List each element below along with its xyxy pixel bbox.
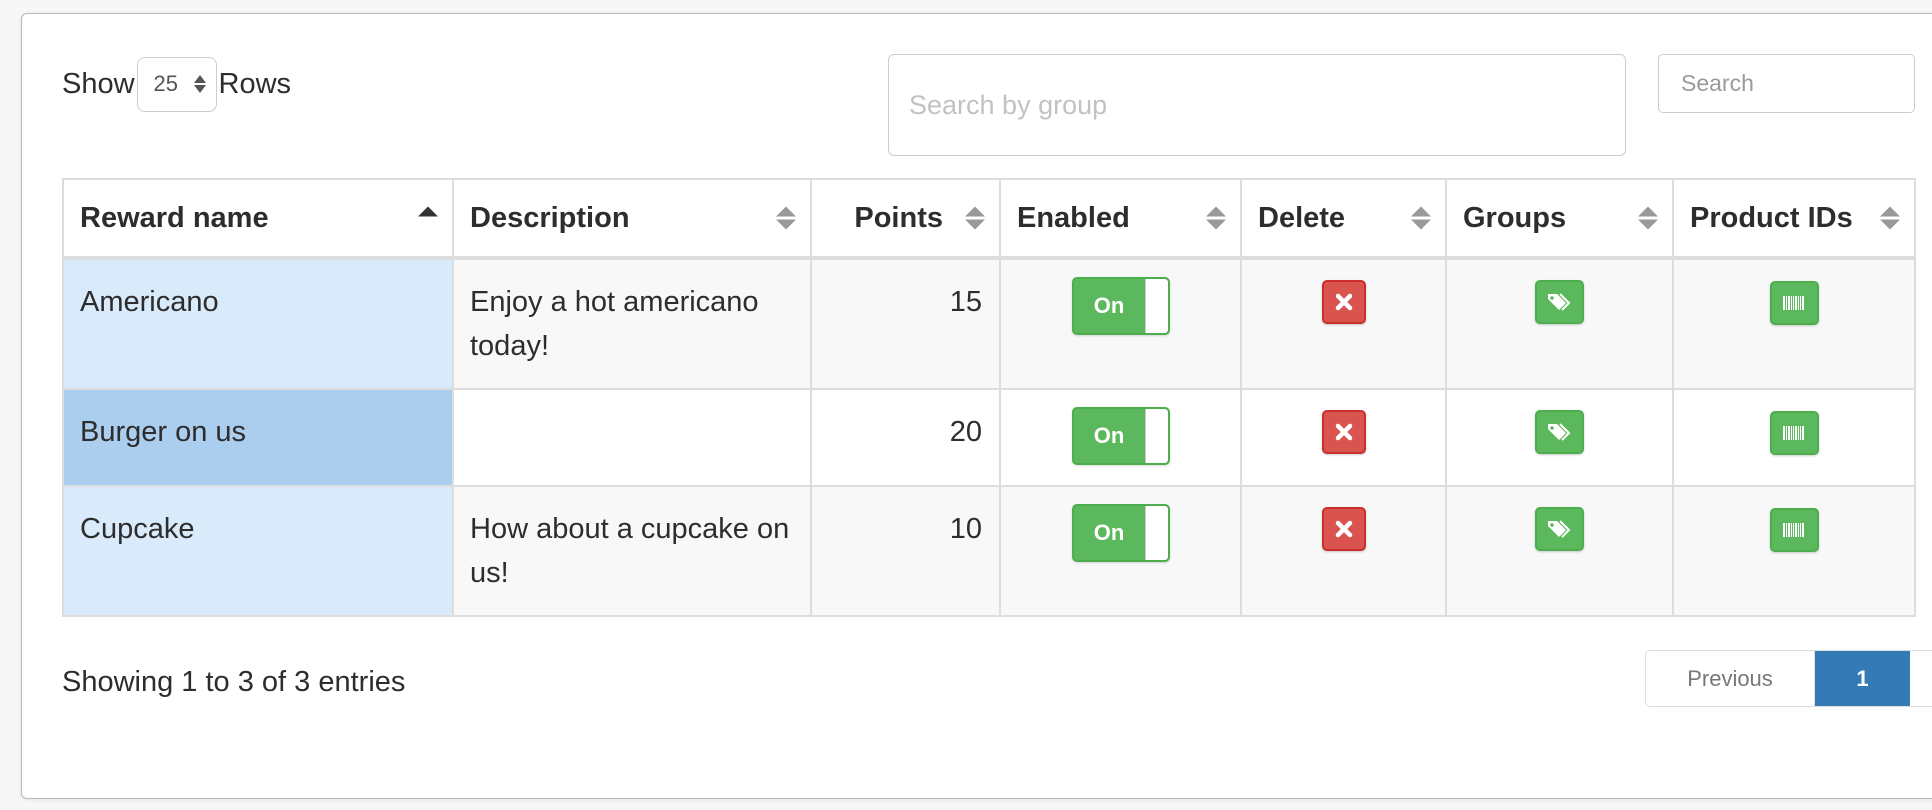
enabled-cell: On xyxy=(999,388,1242,487)
groups-button[interactable] xyxy=(1535,280,1584,324)
delete-button[interactable] xyxy=(1321,507,1366,551)
groups-button[interactable] xyxy=(1535,410,1584,454)
column-header-description[interactable]: Description xyxy=(452,178,812,260)
remove-icon xyxy=(1335,423,1352,441)
rewards-table: Reward name Description Points Enabled D… xyxy=(62,178,1916,617)
table-row: Cupcake How about a cupcake on us! 10 On xyxy=(62,485,1916,617)
column-header-groups[interactable]: Groups xyxy=(1445,178,1674,260)
sort-icon xyxy=(1206,206,1226,230)
groups-cell xyxy=(1445,485,1674,617)
enabled-toggle[interactable]: On xyxy=(1071,407,1170,465)
product-ids-button[interactable] xyxy=(1769,411,1819,455)
sort-icon xyxy=(1638,206,1658,230)
sort-icon xyxy=(1411,206,1431,230)
table-header-row: Reward name Description Points Enabled D… xyxy=(62,178,1916,260)
product-ids-cell xyxy=(1672,388,1916,487)
description-cell xyxy=(452,388,812,487)
table-row: Americano Enjoy a hot americano today! 1… xyxy=(62,257,1916,390)
column-header-enabled[interactable]: Enabled xyxy=(999,178,1242,260)
description-cell: Enjoy a hot americano today! xyxy=(452,257,812,390)
product-ids-button[interactable] xyxy=(1769,508,1819,552)
rows-per-page-control: Show 25 Rows xyxy=(62,55,291,113)
product-ids-button[interactable] xyxy=(1769,281,1819,325)
description-cell: How about a cupcake on us! xyxy=(452,485,812,617)
barcode-icon xyxy=(1783,296,1804,310)
pagination: Previous 1 Next xyxy=(1645,650,1932,707)
enabled-cell: On xyxy=(999,485,1242,617)
group-search-input[interactable] xyxy=(888,54,1626,156)
remove-icon xyxy=(1335,293,1352,311)
delete-cell xyxy=(1240,485,1447,617)
points-cell: 10 xyxy=(810,485,1001,617)
product-ids-cell xyxy=(1672,485,1916,617)
column-header-delete[interactable]: Delete xyxy=(1240,178,1447,260)
enabled-cell: On xyxy=(999,257,1242,390)
column-header-reward-name[interactable]: Reward name xyxy=(62,178,454,260)
next-page-button[interactable]: Next xyxy=(1910,651,1932,706)
delete-cell xyxy=(1240,257,1447,390)
reward-name-cell[interactable]: Burger on us xyxy=(62,388,454,487)
table-info: Showing 1 to 3 of 3 entries xyxy=(62,666,406,698)
delete-cell xyxy=(1240,388,1447,487)
sort-ascending-icon xyxy=(418,206,438,230)
tags-icon xyxy=(1547,520,1570,538)
select-arrows-icon xyxy=(193,75,206,93)
sort-icon xyxy=(965,206,985,230)
reward-name-cell[interactable]: Cupcake xyxy=(62,485,454,617)
remove-icon xyxy=(1335,520,1352,538)
points-cell: 15 xyxy=(810,257,1001,390)
table-row: Burger on us 20 On xyxy=(62,388,1916,487)
delete-button[interactable] xyxy=(1321,280,1366,324)
column-header-product-ids[interactable]: Product IDs xyxy=(1672,178,1916,260)
points-cell: 20 xyxy=(810,388,1001,487)
search-input[interactable] xyxy=(1658,54,1915,113)
product-ids-cell xyxy=(1672,257,1916,390)
previous-page-button[interactable]: Previous xyxy=(1646,651,1815,706)
tags-icon xyxy=(1547,293,1570,311)
reward-name-cell[interactable]: Americano xyxy=(62,257,454,390)
delete-button[interactable] xyxy=(1321,410,1366,454)
barcode-icon xyxy=(1783,426,1804,440)
groups-cell xyxy=(1445,257,1674,390)
sort-icon xyxy=(776,206,796,230)
groups-button[interactable] xyxy=(1535,507,1584,551)
barcode-icon xyxy=(1783,523,1804,537)
enabled-toggle[interactable]: On xyxy=(1071,277,1170,335)
sort-icon xyxy=(1880,206,1900,230)
tags-icon xyxy=(1547,423,1570,441)
enabled-toggle[interactable]: On xyxy=(1071,504,1170,562)
show-label: Show xyxy=(62,67,135,100)
rows-per-page-value: 25 xyxy=(153,71,179,96)
rows-label: Rows xyxy=(218,67,292,100)
groups-cell xyxy=(1445,388,1674,487)
page-1-button[interactable]: 1 xyxy=(1815,651,1910,706)
column-header-points[interactable]: Points xyxy=(810,178,1001,260)
rows-per-page-select[interactable]: 25 xyxy=(136,56,217,112)
